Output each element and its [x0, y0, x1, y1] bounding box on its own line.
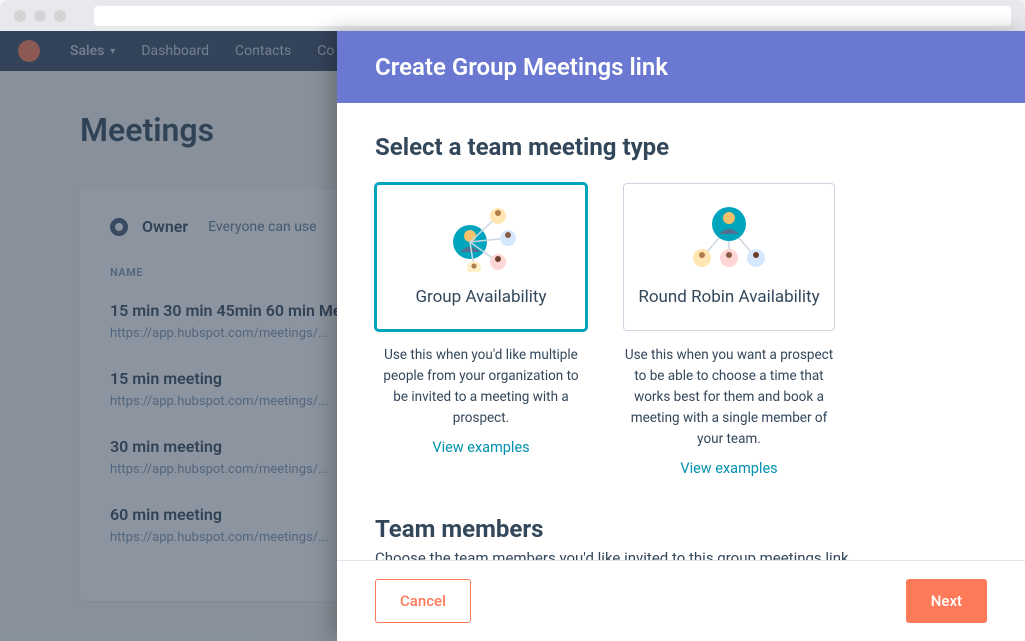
option-round-robin-desc: Use this when you want a prospect to be … — [623, 345, 835, 450]
group-availability-illustration-icon — [436, 204, 526, 272]
window-minimize-dot[interactable] — [34, 10, 46, 22]
panel-body: Select a team meeting type — [337, 103, 1025, 560]
round-robin-illustration-icon — [684, 204, 774, 272]
panel-footer: Cancel Next — [337, 560, 1025, 641]
cancel-button[interactable]: Cancel — [375, 579, 471, 623]
option-round-robin-view-examples-link[interactable]: View examples — [623, 460, 835, 477]
create-group-meetings-panel: Create Group Meetings link Select a team… — [337, 31, 1025, 641]
option-group-title: Group Availability — [386, 286, 576, 308]
select-meeting-type-heading: Select a team meeting type — [375, 133, 987, 161]
option-group-availability[interactable]: Group Availability — [375, 183, 587, 331]
url-bar[interactable] — [94, 6, 1011, 26]
window-maximize-dot[interactable] — [54, 10, 66, 22]
option-round-robin-title: Round Robin Availability — [634, 286, 824, 308]
window-close-dot[interactable] — [14, 10, 26, 22]
next-button[interactable]: Next — [906, 579, 987, 623]
team-members-heading: Team members — [375, 515, 987, 543]
panel-title: Create Group Meetings link — [337, 31, 1025, 103]
team-members-subtext: Choose the team members you'd like invit… — [375, 549, 987, 560]
option-group-view-examples-link[interactable]: View examples — [375, 439, 587, 456]
option-round-robin-availability[interactable]: Round Robin Availability — [623, 183, 835, 331]
window-titlebar — [0, 0, 1025, 31]
option-group-desc: Use this when you'd like multiple people… — [375, 345, 587, 429]
